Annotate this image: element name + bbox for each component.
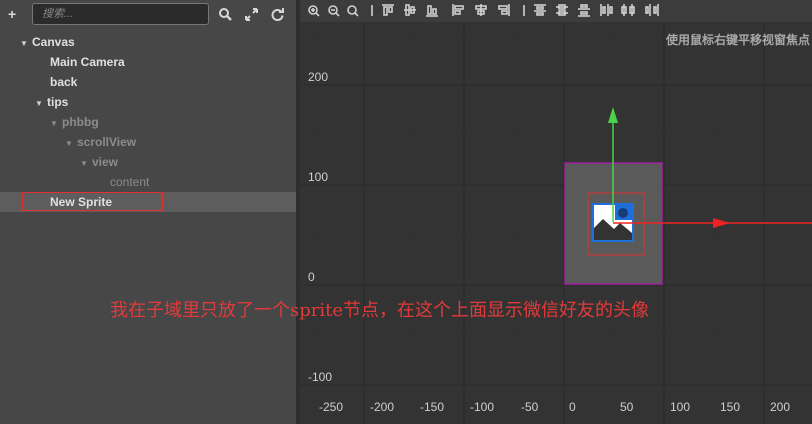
x-arrow-icon[interactable] bbox=[713, 218, 730, 228]
add-node-icon[interactable]: + bbox=[8, 7, 16, 21]
zoom-reset-icon[interactable] bbox=[347, 5, 359, 17]
x-tick-label: 150 bbox=[720, 400, 741, 414]
x-tick-label: -50 bbox=[521, 400, 539, 414]
align-bottom-icon[interactable] bbox=[426, 5, 438, 17]
tree-node-tips[interactable]: ▼ tips bbox=[35, 92, 68, 112]
node-label: Canvas bbox=[32, 35, 75, 49]
node-label: tips bbox=[47, 95, 69, 109]
x-tick-label: 0 bbox=[569, 400, 576, 414]
search-input[interactable] bbox=[42, 6, 202, 22]
tree-node-scrollview[interactable]: ▼ scrollView bbox=[65, 132, 136, 152]
tree-node-phbbg[interactable]: ▼ phbbg bbox=[50, 112, 99, 132]
hierarchy-panel: + ▼Canvas Main Camera bbox=[0, 0, 296, 424]
tree-node-main-camera[interactable]: Main Camera bbox=[50, 52, 125, 72]
distribute-hcenter-icon[interactable] bbox=[621, 4, 635, 16]
tree-node-canvas[interactable]: ▼ Canvas bbox=[20, 32, 75, 52]
x-tick-label: -250 bbox=[319, 400, 344, 414]
zoom-in-icon[interactable] bbox=[308, 5, 320, 17]
scene-toolbar-icons bbox=[308, 4, 659, 17]
distribute-left-icon[interactable] bbox=[600, 4, 613, 16]
scene-hint-text: 使用鼠标右键平移视窗焦点 bbox=[665, 33, 810, 47]
y-tick-label: -100 bbox=[308, 370, 333, 384]
collapse-arrow-icon[interactable]: ▼ bbox=[20, 34, 32, 54]
x-tick-label: 100 bbox=[670, 400, 691, 414]
y-arrow-icon[interactable] bbox=[608, 107, 618, 123]
collapse-arrow-icon[interactable]: ▼ bbox=[35, 94, 47, 114]
y-tick-label: 200 bbox=[308, 70, 329, 84]
align-hcenter-icon[interactable] bbox=[475, 4, 487, 16]
align-top-icon[interactable] bbox=[382, 4, 394, 16]
node-label: phbbg bbox=[62, 115, 99, 129]
collapse-arrow-icon[interactable]: ▼ bbox=[65, 134, 77, 154]
tree-node-new-sprite[interactable]: New Sprite bbox=[50, 192, 112, 212]
collapse-arrow-icon[interactable]: ▼ bbox=[50, 114, 62, 134]
hierarchy-toolbar: + bbox=[0, 0, 296, 28]
align-vcenter-icon[interactable] bbox=[404, 4, 416, 16]
scene-toolbar bbox=[300, 0, 812, 22]
refresh-icon[interactable] bbox=[271, 8, 284, 21]
x-tick-label: -100 bbox=[470, 400, 495, 414]
scene-panel[interactable]: 使用鼠标右键平移视窗焦点 200 100 0 -100 -250 -200 -1… bbox=[300, 0, 812, 424]
align-right-icon[interactable] bbox=[498, 4, 510, 16]
expand-icon[interactable] bbox=[245, 8, 258, 21]
x-tick-label: -200 bbox=[370, 400, 395, 414]
annotation-text: 我在子域里只放了一个sprite节点，在这个上面显示微信好友的头像 bbox=[110, 300, 650, 321]
align-left-icon[interactable] bbox=[452, 4, 464, 16]
y-tick-label: 100 bbox=[308, 170, 329, 184]
node-label: scrollView bbox=[77, 135, 137, 149]
distribute-right-icon[interactable] bbox=[645, 4, 659, 16]
node-label: New Sprite bbox=[50, 195, 113, 209]
zoom-out-icon[interactable] bbox=[328, 5, 340, 17]
x-tick-label: 50 bbox=[620, 400, 634, 414]
node-label: back bbox=[50, 75, 78, 89]
y-tick-label: 0 bbox=[308, 270, 315, 284]
tree-node-content[interactable]: content bbox=[110, 172, 149, 192]
node-label: content bbox=[110, 175, 150, 189]
x-tick-label: -150 bbox=[420, 400, 445, 414]
search-field[interactable] bbox=[32, 3, 209, 25]
distribute-top-icon[interactable] bbox=[534, 4, 546, 16]
search-icon[interactable] bbox=[219, 8, 232, 21]
scene-grid bbox=[300, 22, 812, 424]
x-tick-label: 200 bbox=[770, 400, 791, 414]
distribute-bottom-icon[interactable] bbox=[578, 4, 590, 17]
node-label: Main Camera bbox=[50, 55, 125, 69]
tree-node-back[interactable]: back bbox=[50, 72, 77, 92]
node-label: view bbox=[92, 155, 119, 169]
editor-window: + ▼Canvas Main Camera bbox=[0, 0, 812, 424]
collapse-arrow-icon[interactable]: ▼ bbox=[80, 154, 92, 174]
tree-node-view[interactable]: ▼ view bbox=[80, 152, 118, 172]
distribute-vcenter-icon[interactable] bbox=[556, 4, 568, 16]
